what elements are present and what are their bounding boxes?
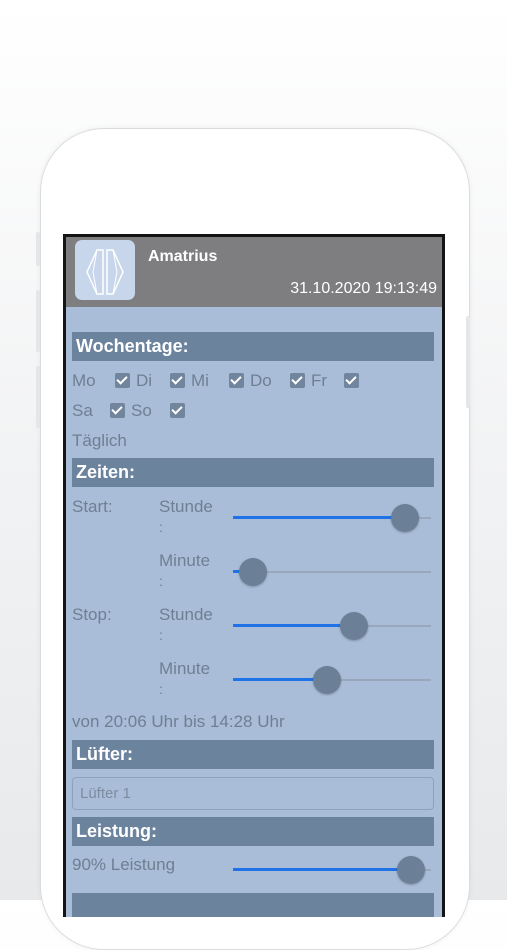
- day-checkbox-fr[interactable]: [344, 373, 359, 388]
- times-heading: Zeiten:: [72, 458, 434, 487]
- day-checkbox-so[interactable]: [170, 403, 185, 418]
- feet-logo-icon: [75, 240, 135, 300]
- mute-switch: [36, 232, 40, 266]
- day-checkbox-di[interactable]: [170, 373, 185, 388]
- stop-minute-slider[interactable]: [233, 665, 431, 695]
- power-heading: Leistung:: [72, 817, 434, 846]
- day-checkbox-sa[interactable]: [110, 403, 125, 418]
- power-label: 90% Leistung: [72, 855, 176, 874]
- app-screen: Amatrius 31.10.2020 19:13:49 Wochentage:…: [63, 234, 445, 917]
- start-hour-slider[interactable]: [233, 503, 431, 533]
- start-hour-label: Stunde: [159, 497, 213, 516]
- fan-heading: Lüfter:: [72, 740, 434, 769]
- volume-up-button: [36, 290, 40, 352]
- stop-minute-colon: :: [159, 681, 163, 697]
- app-title: Amatrius: [148, 248, 218, 265]
- daily-label: Täglich: [72, 431, 127, 450]
- stop-minute-slider-thumb[interactable]: [312, 666, 341, 694]
- start-hour-colon: :: [159, 519, 163, 535]
- stop-minute-label: Minute: [159, 659, 211, 678]
- day-checkbox-do[interactable]: [290, 373, 305, 388]
- start-minute-slider[interactable]: [233, 557, 431, 587]
- weekdays-heading: Wochentage:: [72, 332, 434, 361]
- stop-hour-label: Stunde: [159, 605, 213, 624]
- power-button: [466, 316, 470, 408]
- day-label-so: So: [131, 401, 152, 420]
- day-label-fr: Fr: [311, 371, 328, 390]
- time-summary: von 20:06 Uhr bis 14:28 Uhr: [72, 712, 285, 731]
- day-label-do: Do: [250, 371, 272, 390]
- start-hour-slider-thumb[interactable]: [391, 504, 420, 532]
- day-label-mo: Mo: [72, 371, 96, 390]
- volume-down-button: [36, 366, 40, 428]
- fan-select-field[interactable]: Lüfter 1: [72, 777, 434, 810]
- day-label-sa: Sa: [72, 401, 93, 420]
- stop-label: Stop:: [72, 605, 112, 624]
- day-label-di: Di: [136, 371, 153, 390]
- start-minute-label: Minute: [159, 551, 211, 570]
- next-section-heading: [72, 893, 434, 917]
- stop-hour-slider[interactable]: [233, 611, 431, 641]
- stop-hour-colon: :: [159, 627, 163, 643]
- app-header: Amatrius 31.10.2020 19:13:49: [66, 237, 442, 307]
- stop-hour-slider-thumb[interactable]: [339, 612, 368, 640]
- start-minute-slider-thumb[interactable]: [239, 558, 268, 586]
- day-checkbox-mi[interactable]: [229, 373, 244, 388]
- power-slider-thumb[interactable]: [397, 856, 426, 884]
- start-minute-colon: :: [159, 573, 163, 589]
- start-label: Start:: [72, 497, 113, 516]
- day-checkbox-mo[interactable]: [115, 373, 130, 388]
- power-slider[interactable]: [233, 855, 431, 885]
- current-datetime: 31.10.2020 19:13:49: [290, 280, 437, 297]
- day-label-mi: Mi: [191, 371, 209, 390]
